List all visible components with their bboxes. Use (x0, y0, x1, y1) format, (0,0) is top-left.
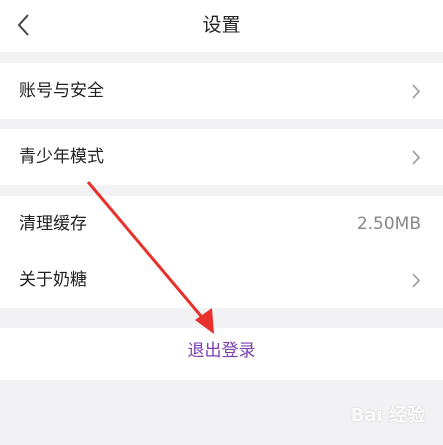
logout-button[interactable]: 退出登录 (0, 328, 443, 380)
cache-size-value: 2.50MB (356, 214, 421, 234)
page-title: 设置 (202, 14, 241, 36)
nav-bar: 设置 (0, 0, 443, 52)
account-security-row[interactable]: 账号与安全 (0, 63, 443, 119)
chevron-right-icon (412, 84, 421, 99)
about-label: 关于奶糖 (19, 270, 87, 290)
chevron-right-icon (412, 273, 421, 288)
teen-mode-label: 青少年模式 (19, 147, 104, 167)
clear-cache-label: 清理缓存 (19, 214, 87, 234)
settings-group-teen: 青少年模式 (0, 129, 443, 185)
watermark: Bai 经验 (350, 405, 425, 426)
settings-group-account: 账号与安全 (0, 63, 443, 119)
about-row[interactable]: 关于奶糖 (0, 252, 443, 308)
settings-group-misc: 清理缓存 2.50MB 关于奶糖 (0, 196, 443, 308)
chevron-right-icon (412, 150, 421, 165)
account-security-label: 账号与安全 (19, 81, 104, 101)
teen-mode-row[interactable]: 青少年模式 (0, 129, 443, 185)
clear-cache-row[interactable]: 清理缓存 2.50MB (0, 196, 443, 252)
